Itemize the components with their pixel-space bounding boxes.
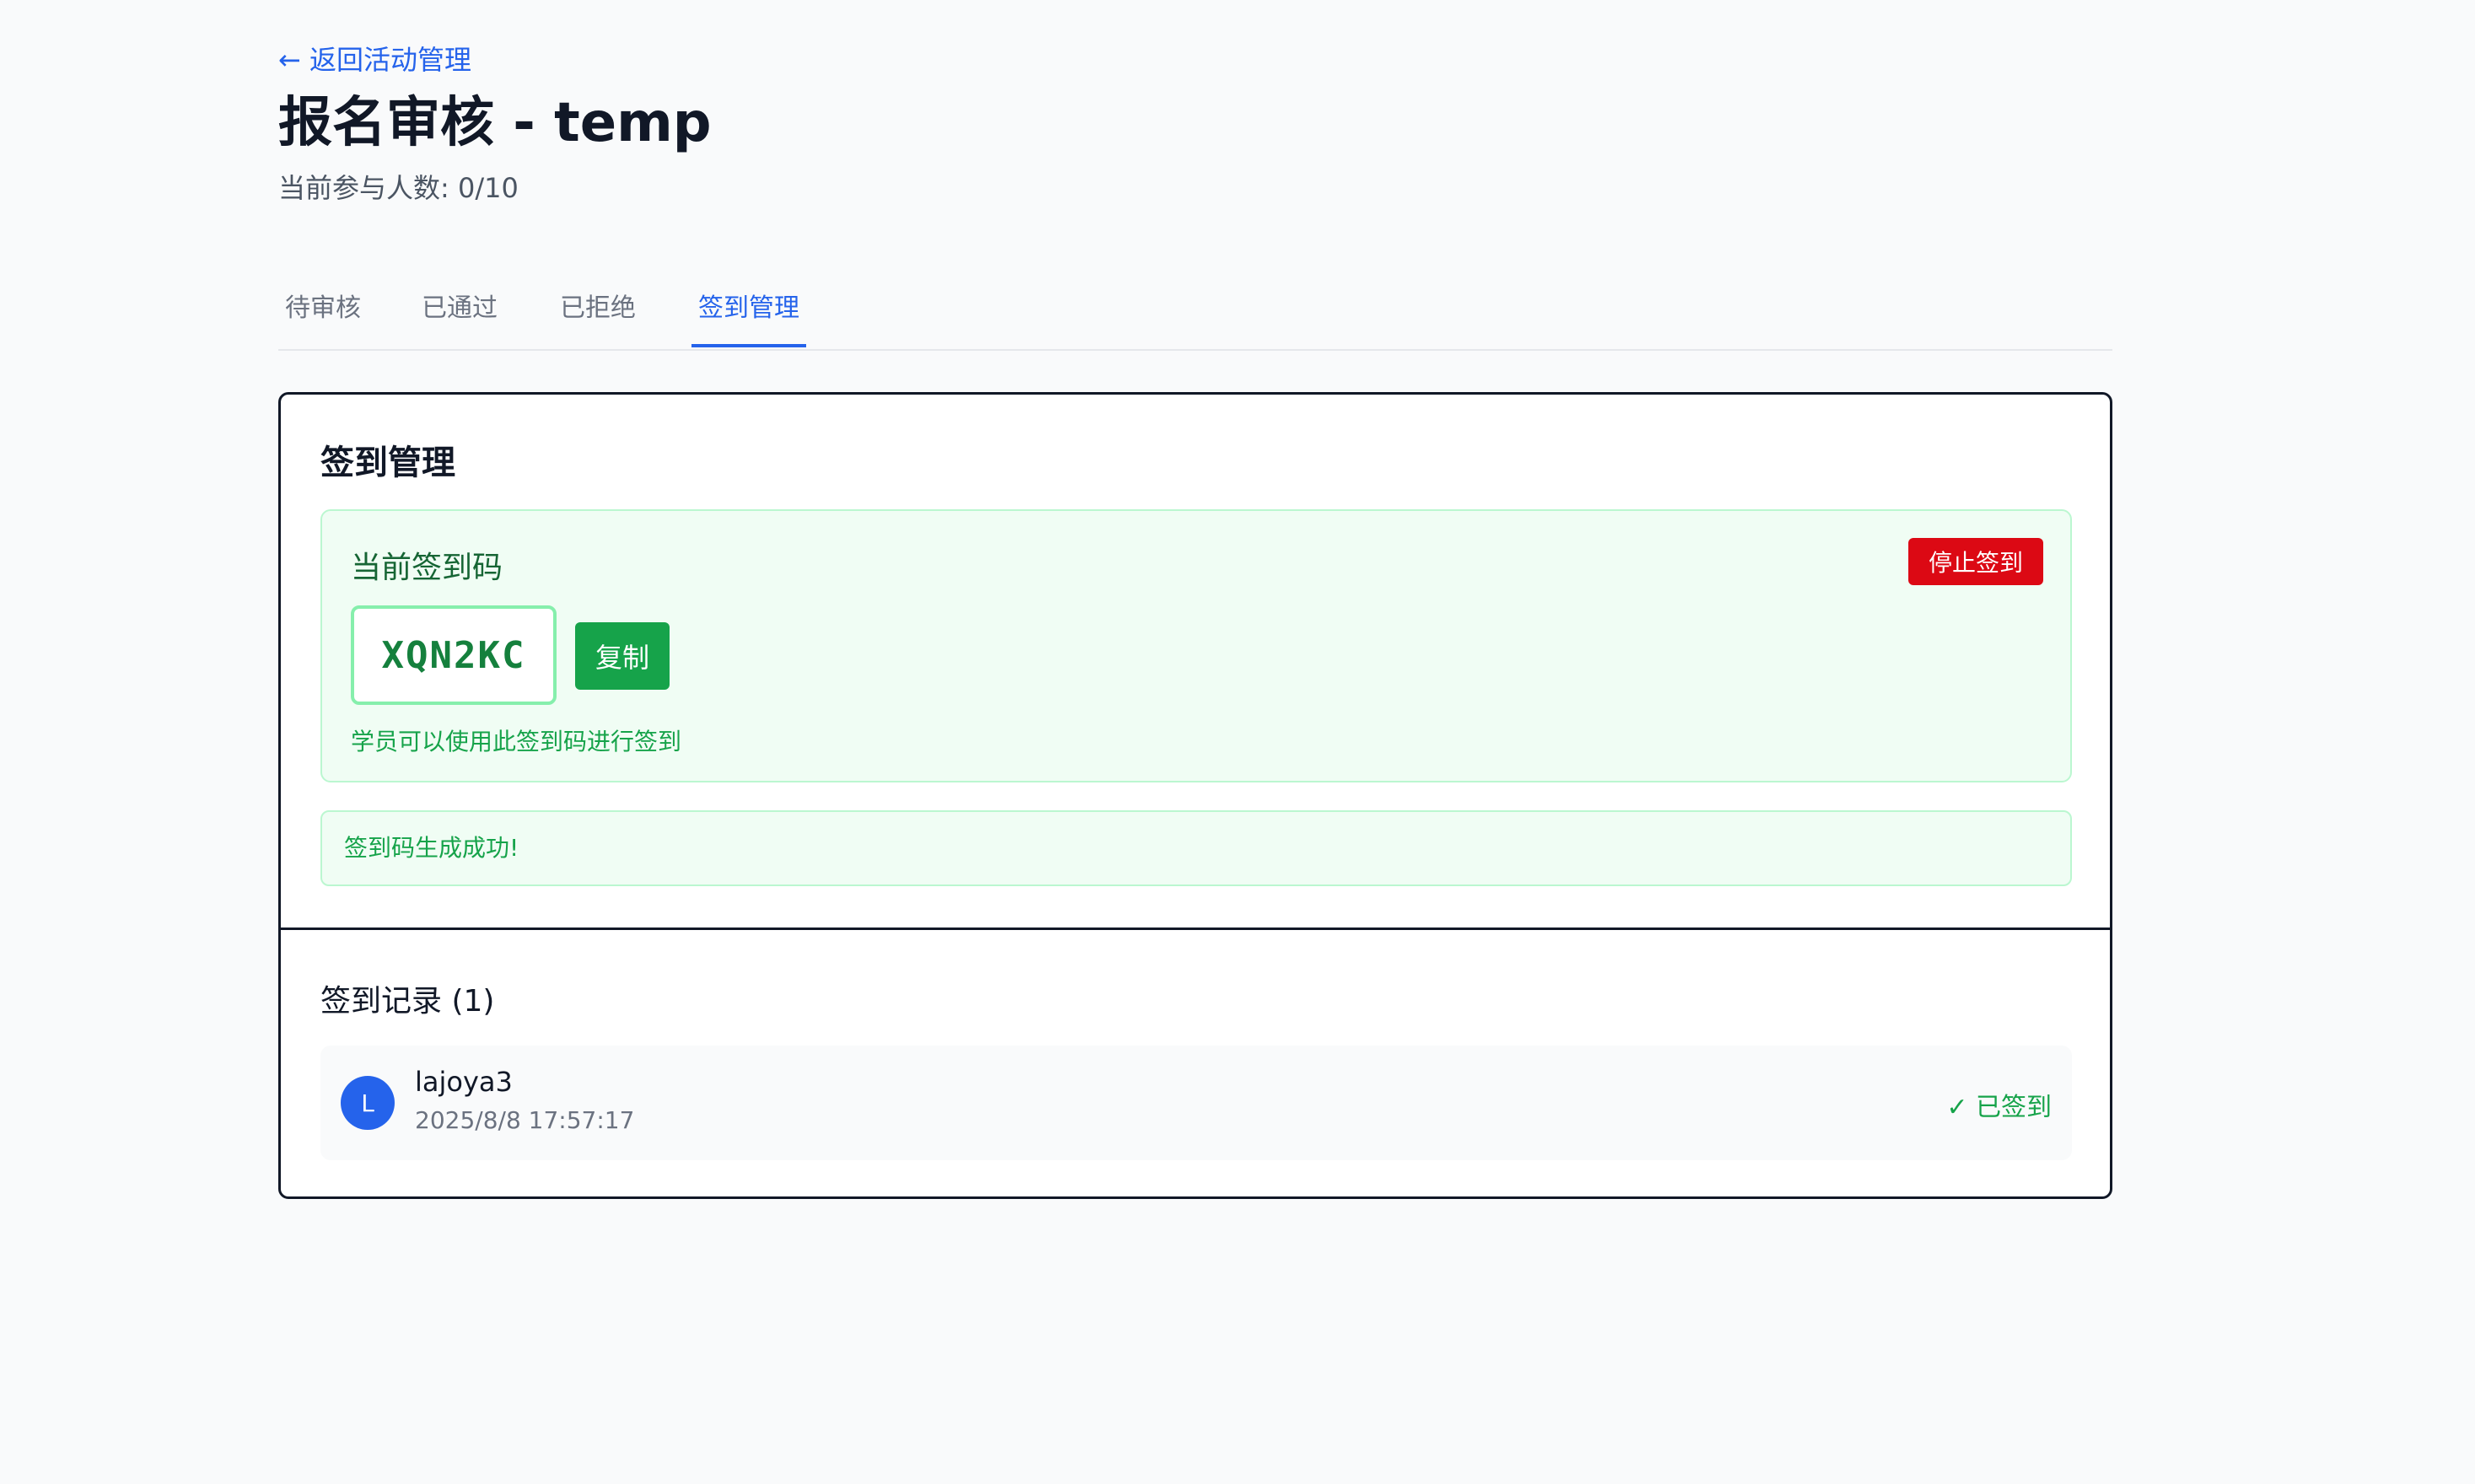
code-hint: 学员可以使用此签到码进行签到	[351, 728, 682, 755]
tab-rejected[interactable]: 已拒绝	[560, 287, 636, 324]
checkin-code: XQN2KC	[351, 605, 557, 705]
participant-count: 当前参与人数: 0/10	[278, 172, 519, 204]
tab-approved[interactable]: 已通过	[422, 287, 498, 324]
section-divider	[281, 928, 2110, 930]
tab-bar: 待审核 已通过 已拒绝 签到管理	[278, 275, 2112, 351]
record-username: lajoya3	[415, 1066, 513, 1098]
checkin-section-title: 签到管理	[320, 444, 455, 482]
checkin-records-title: 签到记录 (1)	[320, 984, 495, 1019]
record-timestamp: 2025/8/8 17:57:17	[415, 1106, 635, 1134]
checkin-record-row: L lajoya3 2025/8/8 17:57:17 ✓ 已签到	[320, 1046, 2072, 1160]
tab-pending[interactable]: 待审核	[285, 287, 361, 324]
avatar: L	[341, 1076, 395, 1130]
checked-in-status-badge: ✓ 已签到	[1946, 1093, 2052, 1122]
stop-checkin-button[interactable]: 停止签到	[1908, 538, 2043, 585]
tab-checkin-management[interactable]: 签到管理	[691, 287, 806, 347]
checkin-card: 签到管理 当前签到码 停止签到 XQN2KC 复制 学员可以使用此签到码进行签到…	[278, 392, 2112, 1199]
page-title: 报名审核 - temp	[278, 92, 712, 154]
copy-code-button[interactable]: 复制	[575, 622, 670, 690]
success-message: 签到码生成成功!	[320, 810, 2072, 886]
current-code-label: 当前签到码	[351, 551, 503, 585]
back-to-activity-link[interactable]: ← 返回活动管理	[278, 39, 471, 78]
current-code-panel: 当前签到码 停止签到 XQN2KC 复制 学员可以使用此签到码进行签到	[320, 509, 2072, 782]
